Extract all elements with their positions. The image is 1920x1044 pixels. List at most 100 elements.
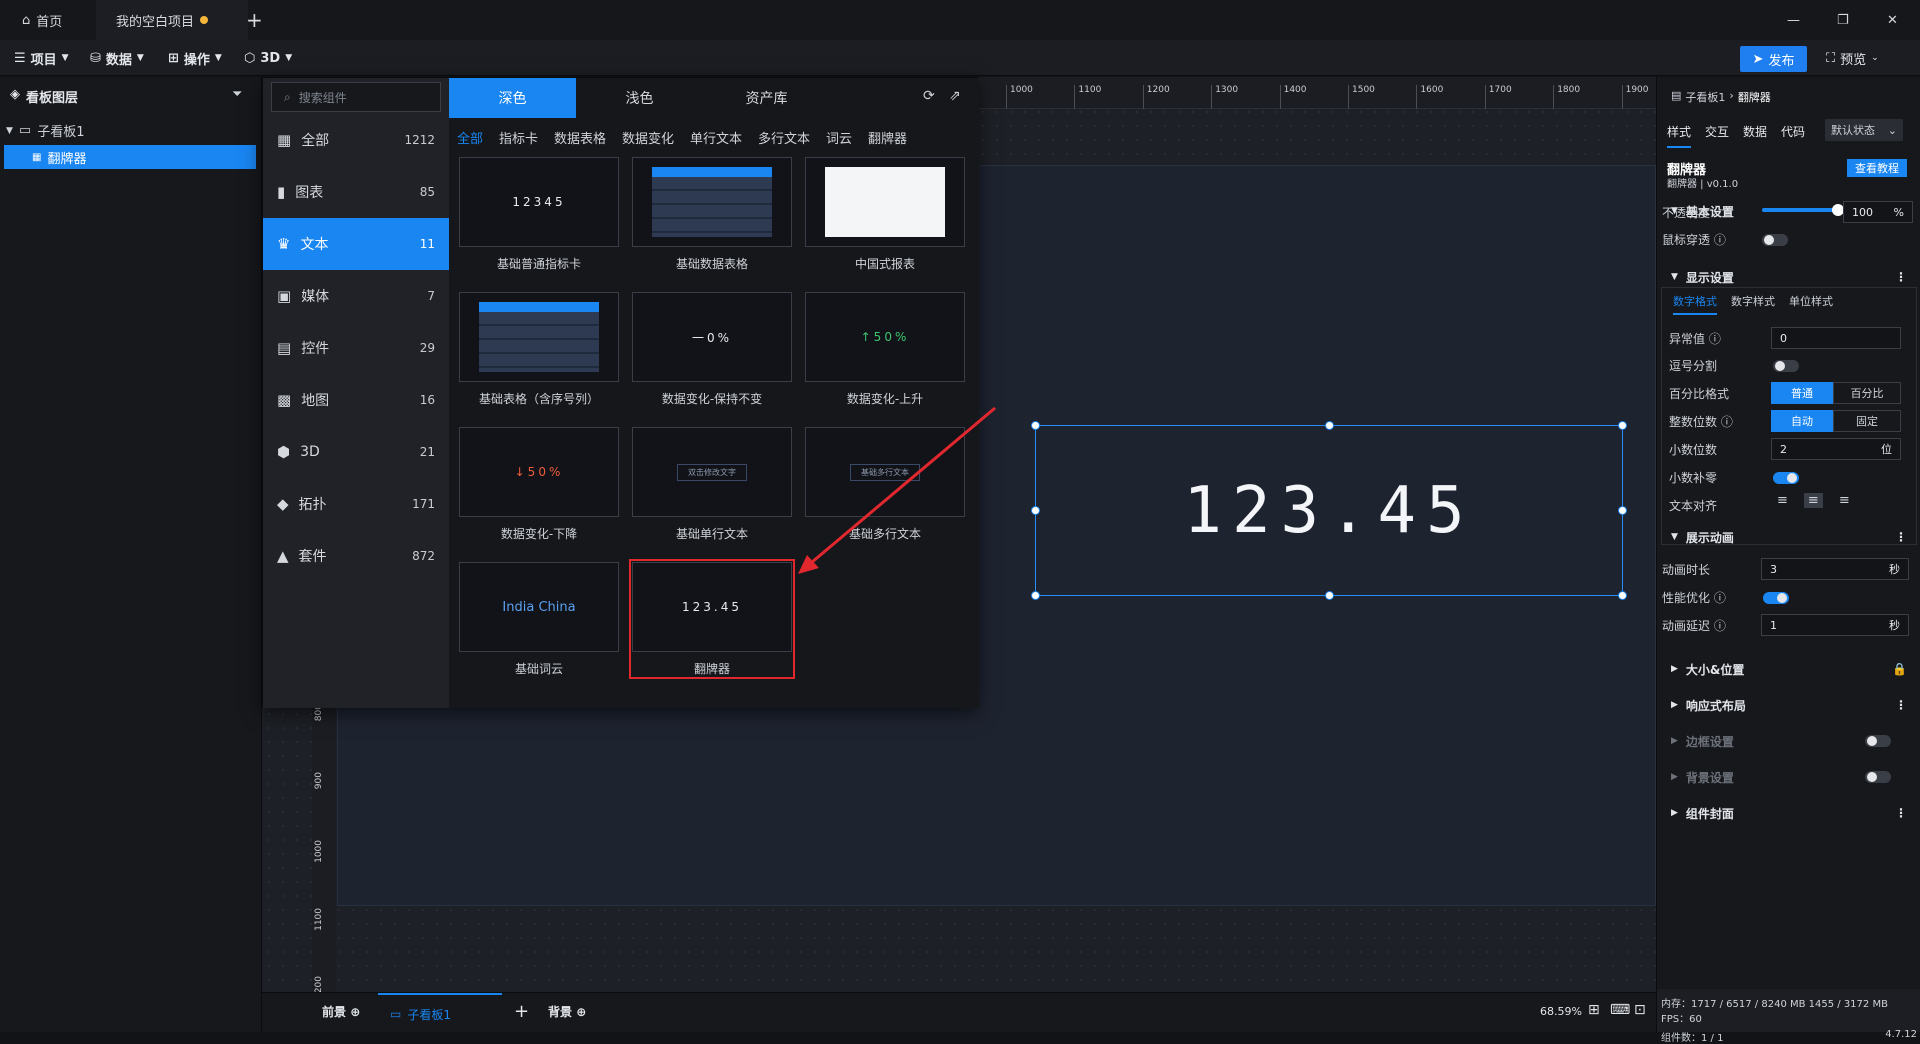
component-card[interactable] <box>632 157 792 247</box>
flip-component[interactable]: 123.45 <box>1031 421 1627 600</box>
menu-data[interactable]: ⛁ 数据 ▼ <box>90 40 144 76</box>
more-icon[interactable]: ⋮ <box>1895 530 1907 544</box>
more-icon[interactable]: ⋮ <box>1895 270 1907 284</box>
tab-home[interactable]: ⌂ 首页 <box>22 0 62 40</box>
layer-root[interactable]: ▼ ▭ 子看板1 <box>6 121 85 140</box>
resize-handle[interactable] <box>1618 421 1627 430</box>
category-apps[interactable]: ▦ 全部 1212 <box>263 114 449 166</box>
resize-handle[interactable] <box>1031 591 1040 600</box>
search-input[interactable]: ⌕ 搜索组件 <box>271 82 441 112</box>
mouse-through-toggle[interactable] <box>1762 234 1788 246</box>
component-card[interactable]: 12345 <box>459 157 619 247</box>
category-cube[interactable]: ⬢ 3D 21 <box>263 426 449 478</box>
section-cover[interactable]: ▶ 组件封面 ⋮ <box>1657 795 1920 831</box>
delay-input[interactable]: 1秒 <box>1761 614 1909 636</box>
tab-light[interactable]: 浅色 <box>576 78 703 118</box>
resize-handle[interactable] <box>1031 506 1040 515</box>
component-card[interactable]: ↑50% <box>805 292 965 382</box>
preview-button[interactable]: ⛶ 预览 ⌄ <box>1826 40 1879 76</box>
refresh-icon[interactable]: ⟳ <box>923 88 935 104</box>
menu-operate[interactable]: ⊞ 操作 ▼ <box>168 40 222 76</box>
section-responsive[interactable]: ▶ 响应式布局 ⋮ <box>1657 687 1920 723</box>
tab-style[interactable]: 样式 <box>1667 123 1692 148</box>
more-icon[interactable]: ⋮ <box>1895 806 1907 820</box>
section-animation[interactable]: ▼ 展示动画 ⋮ <box>1657 519 1920 555</box>
int-fixed-option[interactable]: 固定 <box>1833 410 1901 432</box>
category-control[interactable]: ▤ 控件 29 <box>263 322 449 374</box>
tutorial-button[interactable]: 查看教程 <box>1847 159 1907 177</box>
background-toggle[interactable] <box>1865 771 1891 783</box>
opacity-input[interactable]: 100% <box>1843 201 1913 223</box>
layer-flip[interactable]: ▦ 翻牌器 <box>4 145 256 169</box>
resize-handle[interactable] <box>1325 421 1334 430</box>
add-board-button[interactable]: + <box>514 1001 529 1022</box>
more-icon[interactable]: ⋮ <box>1895 698 1907 712</box>
filter-3[interactable]: 数据变化 <box>622 128 674 147</box>
tab-assets[interactable]: 资产库 <box>703 78 830 118</box>
breadcrumb-parent[interactable]: 子看板1 <box>1685 89 1725 105</box>
filter-0[interactable]: 全部 <box>457 128 483 147</box>
filter-icon[interactable]: ⏷ <box>232 87 242 102</box>
align-left-icon[interactable]: ≡ <box>1777 493 1788 508</box>
export-icon[interactable]: ⇗ <box>949 88 961 104</box>
resize-handle[interactable] <box>1618 591 1627 600</box>
tab-number-format[interactable]: 数字格式 <box>1673 293 1717 315</box>
back-layer[interactable]: 背景 ⊕ <box>548 1003 586 1020</box>
tab-unit-style[interactable]: 单位样式 <box>1789 293 1833 315</box>
component-card[interactable]: 双击修改文字 <box>632 427 792 517</box>
perf-toggle[interactable] <box>1763 592 1789 604</box>
close-button[interactable]: ✕ <box>1887 0 1898 40</box>
category-media[interactable]: ▣ 媒体 7 <box>263 270 449 322</box>
resize-handle[interactable] <box>1325 591 1334 600</box>
align-center-icon[interactable]: ≡ <box>1803 493 1823 508</box>
component-card[interactable]: 一0% <box>632 292 792 382</box>
board-tab[interactable]: ▭ 子看板1 <box>378 993 502 1033</box>
percent-percent-option[interactable]: 百分比 <box>1833 382 1901 404</box>
front-layer[interactable]: 前景 ⊕ <box>322 1003 360 1020</box>
menu-3d[interactable]: ⬡ 3D ▼ <box>244 40 292 76</box>
component-card[interactable] <box>805 157 965 247</box>
tab-interaction[interactable]: 交互 <box>1705 123 1729 148</box>
resize-handle[interactable] <box>1618 506 1627 515</box>
menu-project[interactable]: ☰ 项目 ▼ <box>14 40 69 76</box>
state-select[interactable]: 默认状态 ⌄ <box>1825 119 1903 141</box>
comma-toggle[interactable] <box>1773 360 1799 372</box>
lock-icon[interactable]: 🔒 <box>1892 662 1907 676</box>
minimize-button[interactable]: — <box>1787 0 1800 40</box>
component-card[interactable]: India China <box>459 562 619 652</box>
tab-dark[interactable]: 深色 <box>449 78 576 118</box>
border-toggle[interactable] <box>1865 735 1891 747</box>
filter-1[interactable]: 指标卡 <box>499 128 538 147</box>
add-circle-icon[interactable]: ⊕ <box>350 1005 360 1019</box>
category-topology[interactable]: ◆ 拓扑 171 <box>263 478 449 530</box>
tab-data[interactable]: 数据 <box>1743 123 1767 148</box>
tab-code[interactable]: 代码 <box>1781 123 1805 148</box>
publish-button[interactable]: ➤ 发布 <box>1740 46 1807 72</box>
zoom-level[interactable]: 68.59% <box>1540 1005 1582 1018</box>
opacity-slider[interactable] <box>1762 204 1844 216</box>
component-card[interactable]: ↓50% <box>459 427 619 517</box>
category-chart[interactable]: ▮ 图表 85 <box>263 166 449 218</box>
section-size-position[interactable]: ▶ 大小&位置 🔒 <box>1657 651 1920 687</box>
duration-input[interactable]: 3秒 <box>1761 558 1909 580</box>
filter-5[interactable]: 多行文本 <box>758 128 810 147</box>
decimal-input[interactable]: 2位 <box>1771 438 1901 460</box>
tab-project[interactable]: 我的空白项目 <box>96 0 248 40</box>
terminal-icon[interactable]: ⊡ <box>1634 1002 1646 1018</box>
category-map[interactable]: ▩ 地图 16 <box>263 374 449 426</box>
fit-screen-icon[interactable]: ⊞ <box>1588 1002 1600 1018</box>
align-right-icon[interactable]: ≡ <box>1839 493 1850 508</box>
int-auto-option[interactable]: 自动 <box>1771 410 1833 432</box>
restore-button[interactable]: ❐ <box>1837 0 1849 40</box>
new-tab-button[interactable]: + <box>246 0 263 40</box>
keyboard-icon[interactable]: ⌨ <box>1610 1002 1630 1018</box>
category-text[interactable]: ♛ 文本 11 <box>263 218 449 270</box>
filter-4[interactable]: 单行文本 <box>690 128 742 147</box>
percent-normal-option[interactable]: 普通 <box>1771 382 1833 404</box>
add-circle-icon[interactable]: ⊕ <box>576 1005 586 1019</box>
filter-2[interactable]: 数据表格 <box>554 128 606 147</box>
filter-6[interactable]: 词云 <box>826 128 852 147</box>
decimal-pad-toggle[interactable] <box>1773 472 1799 484</box>
filter-7[interactable]: 翻牌器 <box>868 128 907 147</box>
category-kit[interactable]: ▲ 套件 872 <box>263 530 449 582</box>
